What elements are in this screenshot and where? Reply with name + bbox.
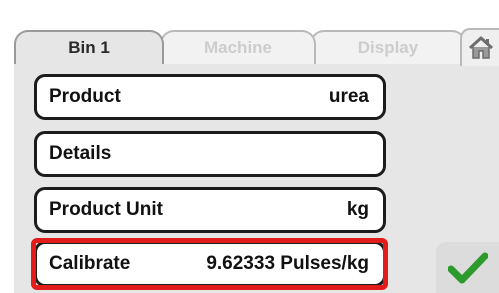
home-icon bbox=[468, 36, 493, 59]
details-field[interactable]: Details bbox=[34, 131, 386, 177]
calibrate-field[interactable]: Calibrate 9.62333 Pulses/kg bbox=[34, 241, 386, 287]
product-unit-value: kg bbox=[346, 199, 369, 220]
tab-machine-label: Machine bbox=[203, 38, 273, 57]
tab-bin-label: Bin 1 bbox=[68, 38, 110, 57]
product-value: urea bbox=[328, 86, 369, 107]
calibrate-value: 9.62333 Pulses/kg bbox=[206, 253, 369, 274]
product-label: Product bbox=[49, 86, 121, 107]
product-field[interactable]: Product urea bbox=[34, 74, 386, 120]
product-unit-label: Product Unit bbox=[49, 199, 163, 220]
details-label: Details bbox=[49, 143, 112, 164]
tab-machine[interactable]: Machine bbox=[160, 30, 316, 64]
product-unit-field[interactable]: Product Unit kg bbox=[34, 187, 386, 233]
tab-display[interactable]: Display bbox=[310, 30, 466, 64]
home-button[interactable] bbox=[460, 28, 499, 66]
calibrate-label: Calibrate bbox=[49, 253, 131, 274]
tab-display-label: Display bbox=[357, 38, 419, 57]
confirm-button[interactable] bbox=[436, 242, 499, 293]
tab-bin[interactable]: Bin 1 bbox=[14, 30, 164, 64]
checkmark-icon bbox=[447, 252, 488, 283]
